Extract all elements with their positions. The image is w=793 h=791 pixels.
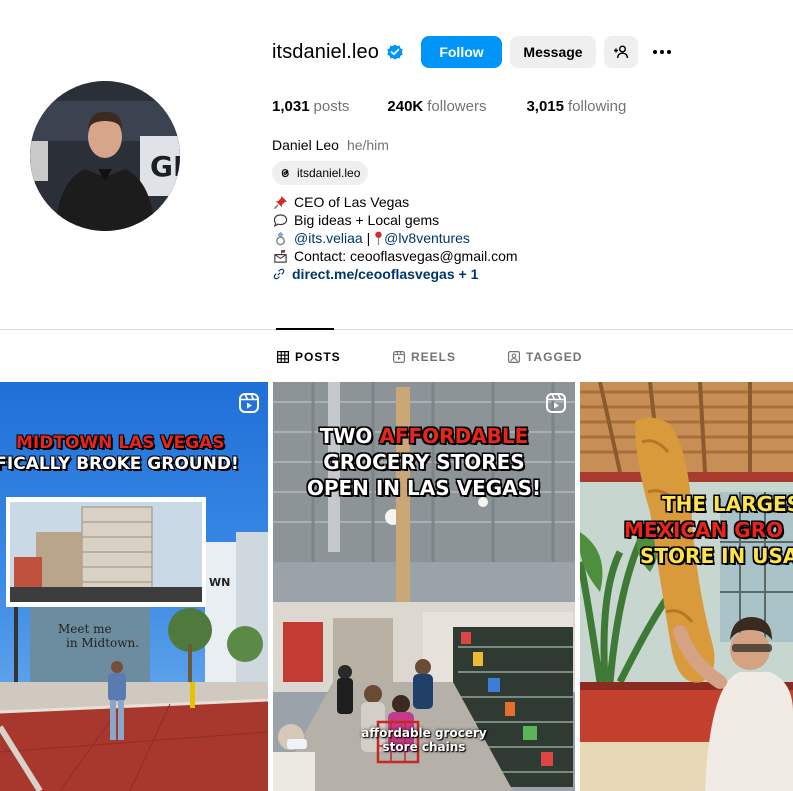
bio-line-mentions: @its.veliaa | @lv8ventures [272, 229, 518, 247]
profile-avatar[interactable]: GL [30, 81, 180, 231]
active-tab-indicator [276, 328, 334, 330]
username: itsdaniel.leo [272, 40, 379, 63]
post-title-line-3: OPEN IN LAS VEGAS! [306, 476, 542, 500]
post-title-line-3: STORE IN USA [640, 544, 793, 568]
external-link[interactable]: direct.me/ceooflasvegas + 1 [292, 265, 478, 283]
bio-line-contact: Contact: ceooflasvegas@gmail.com [272, 247, 518, 265]
threads-handle: itsdaniel.leo [297, 166, 361, 180]
tagged-icon [508, 351, 520, 363]
add-user-button[interactable] [604, 36, 638, 68]
name-row: Daniel Leo he/him [272, 137, 389, 153]
threads-icon [281, 169, 289, 178]
post-tile-mexican-grocery[interactable]: THE LARGES MEXICAN GRO STORE IN USA [580, 382, 793, 791]
stat-followers[interactable]: 240K followers [387, 98, 486, 115]
username-row: itsdaniel.leo [272, 36, 404, 68]
billboard-text-1: Meet me [58, 622, 112, 636]
pin-red-icon [374, 230, 384, 246]
mailbox-icon [272, 248, 288, 264]
full-name: Daniel Leo [272, 137, 339, 153]
profile-stats: 1,031 posts 240K followers 3,015 following [272, 98, 666, 115]
post-tile-grocery[interactable]: TWO AFFORDABLE GROCERY STORES OPEN IN LA… [273, 382, 575, 791]
tab-reels[interactable]: REELS [393, 350, 456, 364]
link-icon [272, 266, 286, 282]
post-tile-midtown[interactable]: MIDTOWN LAS VEGAS FICALLY BROKE GROUND! … [0, 382, 268, 791]
building-letters: WN [209, 576, 231, 589]
post-title-line-1: THE LARGES [662, 492, 793, 516]
verified-icon [387, 44, 403, 60]
tab-tagged[interactable]: TAGGED [508, 350, 582, 364]
tabs-divider [0, 329, 793, 330]
ring-icon [272, 230, 288, 246]
reel-badge-icon [546, 393, 566, 413]
speech-bubble-icon [272, 212, 288, 228]
post-title-line-2: FICALLY BROKE GROUND! [0, 454, 239, 474]
post-title-line-1: MIDTOWN LAS VEGAS [16, 433, 225, 453]
mention-link-veliaa[interactable]: @its.veliaa [294, 229, 363, 247]
billboard-text-2: in Midtown. [66, 636, 140, 650]
post-title-line-1: TWO AFFORDABLE [319, 424, 529, 448]
post-title-line-2: MEXICAN GRO [624, 518, 784, 542]
mention-link-lv8ventures[interactable]: @lv8ventures [384, 229, 470, 247]
post-image-mexican-grocery [580, 382, 793, 791]
stat-following[interactable]: 3,015 following [526, 98, 626, 115]
svg-text:GL: GL [150, 150, 180, 183]
grid-icon [277, 351, 289, 363]
threads-badge[interactable]: itsdaniel.leo [272, 161, 369, 185]
reels-icon [393, 351, 405, 363]
post-caption-line-1: affordable grocery [361, 726, 487, 740]
more-icon [653, 50, 657, 54]
post-title-line-2: GROCERY STORES [323, 450, 525, 474]
post-caption-line-2: store chains [382, 740, 466, 754]
bio-line-ideas: Big ideas + Local gems [272, 211, 518, 229]
stat-posts[interactable]: 1,031 posts [272, 98, 349, 115]
more-options-button[interactable] [650, 40, 674, 64]
message-button[interactable]: Message [510, 36, 596, 68]
pronouns: he/him [346, 137, 389, 153]
reel-badge-icon [239, 393, 259, 413]
pin-icon [272, 194, 288, 210]
profile-bio: CEO of Las Vegas Big ideas + Local gems … [272, 193, 518, 283]
bio-line-ceo: CEO of Las Vegas [272, 193, 518, 211]
bio-line-link: direct.me/ceooflasvegas + 1 [272, 265, 518, 283]
tab-posts[interactable]: POSTS [277, 350, 341, 364]
follow-button[interactable]: Follow [421, 36, 502, 68]
add-user-icon [614, 45, 629, 59]
